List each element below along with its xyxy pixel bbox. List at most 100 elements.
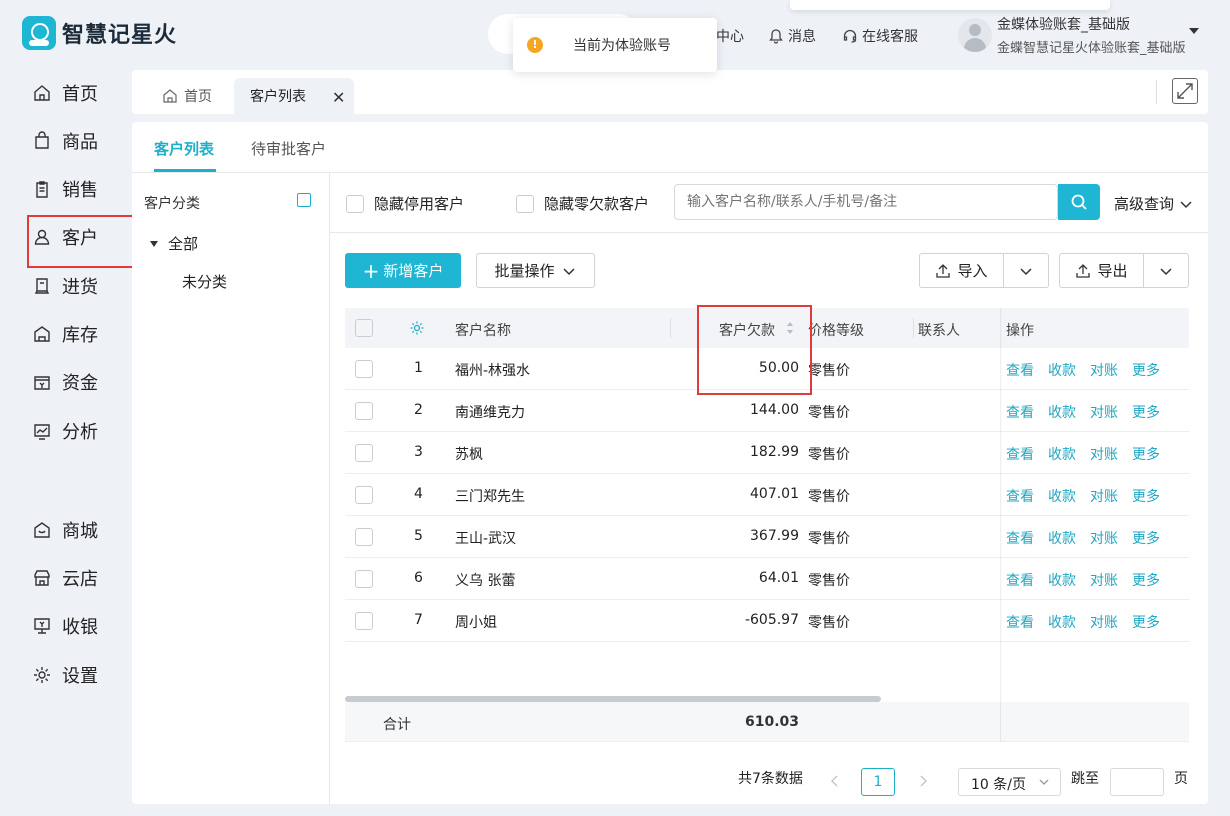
caret-down-icon[interactable] xyxy=(1189,28,1199,34)
nav-support[interactable]: 在线客服 xyxy=(842,26,918,46)
row-checkbox[interactable] xyxy=(355,612,373,630)
view-link[interactable]: 查看 xyxy=(1006,528,1034,548)
sidebar-item-settings[interactable]: 设置 xyxy=(32,660,98,690)
cashier-icon xyxy=(34,618,50,634)
hide-disabled-checkbox[interactable]: 隐藏停用客户 xyxy=(346,193,464,214)
sidebar-item-funds[interactable]: 资金 xyxy=(32,367,98,397)
more-link[interactable]: 更多 xyxy=(1132,402,1160,422)
row-checkbox[interactable] xyxy=(355,570,373,588)
next-page-icon[interactable] xyxy=(916,774,930,788)
view-link[interactable]: 查看 xyxy=(1006,402,1034,422)
more-link[interactable]: 更多 xyxy=(1132,486,1160,506)
col-contact[interactable]: 联系人 xyxy=(918,320,960,340)
row-number: 7 xyxy=(414,612,423,628)
category-all[interactable]: 全部 xyxy=(150,233,198,254)
view-link[interactable]: 查看 xyxy=(1006,486,1034,506)
nav-messages[interactable]: 消息 xyxy=(768,26,816,46)
more-link[interactable]: 更多 xyxy=(1132,612,1160,632)
checkbox[interactable] xyxy=(516,194,534,213)
customer-name: 三门郑先生 xyxy=(455,489,525,505)
import-button[interactable]: 导入 xyxy=(920,254,1004,287)
view-link[interactable]: 查看 xyxy=(1006,444,1034,464)
table-row: 3 苏枫 182.99 零售价 查看 收款 对账 更多 xyxy=(345,432,1189,474)
col-customer-name[interactable]: 客户名称 xyxy=(455,320,511,340)
batch-operations-button[interactable]: 批量操作 xyxy=(476,253,595,288)
page-current[interactable]: 1 xyxy=(861,768,895,796)
checkbox[interactable] xyxy=(346,194,364,213)
row-checkbox[interactable] xyxy=(355,486,373,504)
view-link[interactable]: 查看 xyxy=(1006,360,1034,380)
search-button[interactable] xyxy=(1058,184,1100,220)
reconcile-link[interactable]: 对账 xyxy=(1090,402,1118,422)
category-uncategorized[interactable]: 未分类 xyxy=(182,271,227,292)
tab-home[interactable]: 首页 xyxy=(162,78,212,114)
subtab-customer-list[interactable]: 客户列表 xyxy=(154,138,214,159)
sidebar-item-cashier[interactable]: 收银 xyxy=(32,611,98,641)
collect-link[interactable]: 收款 xyxy=(1048,360,1076,380)
page-size-select[interactable]: 10 条/页 xyxy=(958,768,1061,796)
row-checkbox[interactable] xyxy=(355,444,373,462)
row-checkbox[interactable] xyxy=(355,360,373,378)
app-logo[interactable]: 智慧记星火 xyxy=(22,16,177,50)
collect-link[interactable]: 收款 xyxy=(1048,570,1076,590)
nav-center[interactable]: 中心 xyxy=(716,26,744,46)
sidebar-item-label: 销售 xyxy=(62,180,98,201)
search-input[interactable] xyxy=(674,184,1058,220)
sidebar-item-sales[interactable]: 销售 xyxy=(32,174,98,204)
sidebar-item-cloud-store[interactable]: 云店 xyxy=(32,563,98,593)
collect-link[interactable]: 收款 xyxy=(1048,444,1076,464)
gear-icon[interactable] xyxy=(409,320,425,336)
user-menu[interactable]: 金蝶体验账套_基础版 金蝶智慧记星火体验账套_基础版 xyxy=(958,14,1186,56)
row-checkbox[interactable] xyxy=(355,528,373,546)
bag-icon xyxy=(35,131,49,149)
sidebar-item-analysis[interactable]: 分析 xyxy=(32,416,98,446)
select-all-checkbox[interactable] xyxy=(355,319,373,337)
reconcile-link[interactable]: 对账 xyxy=(1090,360,1118,380)
reconcile-link[interactable]: 对账 xyxy=(1090,486,1118,506)
col-actions: 操作 xyxy=(1006,323,1034,339)
jump-page-input[interactable] xyxy=(1110,768,1164,796)
sidebar-item-goods[interactable]: 商品 xyxy=(32,126,98,156)
total-label: 合计 xyxy=(383,717,411,733)
subtab-pending-customers[interactable]: 待审批客户 xyxy=(251,138,326,159)
reconcile-link[interactable]: 对账 xyxy=(1090,570,1118,590)
sidebar-item-home[interactable]: 首页 xyxy=(32,78,98,108)
table-row: 5 王山-武汉 367.99 零售价 查看 收款 对账 更多 xyxy=(345,516,1189,558)
more-link[interactable]: 更多 xyxy=(1132,528,1160,548)
more-link[interactable]: 更多 xyxy=(1132,360,1160,380)
collect-link[interactable]: 收款 xyxy=(1048,612,1076,632)
hide-zero-debt-checkbox[interactable]: 隐藏零欠款客户 xyxy=(516,193,649,214)
customer-name: 周小姐 xyxy=(455,615,497,631)
upload-icon xyxy=(936,263,951,278)
more-link[interactable]: 更多 xyxy=(1132,570,1160,590)
prev-page-icon[interactable] xyxy=(828,774,842,788)
reconcile-link[interactable]: 对账 xyxy=(1090,612,1118,632)
caret-down-icon[interactable] xyxy=(150,240,158,247)
export-button[interactable]: 导出 xyxy=(1060,254,1144,287)
export-dropdown[interactable] xyxy=(1144,254,1188,287)
collect-link[interactable]: 收款 xyxy=(1048,486,1076,506)
category-title: 客户分类 xyxy=(144,196,200,212)
edit-icon[interactable] xyxy=(297,193,311,207)
collect-link[interactable]: 收款 xyxy=(1048,402,1076,422)
collect-link[interactable]: 收款 xyxy=(1048,528,1076,548)
col-price-level[interactable]: 价格等级 xyxy=(808,320,864,340)
hide-zero-debt-label: 隐藏零欠款客户 xyxy=(544,195,650,213)
reconcile-link[interactable]: 对账 xyxy=(1090,528,1118,548)
customer-debt: 367.99 xyxy=(750,528,799,544)
sidebar-item-purchase[interactable]: 进货 xyxy=(32,271,98,301)
row-checkbox[interactable] xyxy=(355,402,373,420)
close-icon[interactable]: ✕ xyxy=(332,88,345,107)
advanced-search[interactable]: 高级查询 xyxy=(1114,193,1194,214)
view-link[interactable]: 查看 xyxy=(1006,612,1034,632)
sidebar-item-label: 商城 xyxy=(62,521,98,542)
tab-customer-list[interactable]: 客户列表 ✕ xyxy=(234,78,354,114)
sidebar-item-inventory[interactable]: 库存 xyxy=(32,319,98,349)
import-dropdown[interactable] xyxy=(1004,254,1048,287)
sidebar-item-mall[interactable]: 商城 xyxy=(32,515,98,545)
fullscreen-button[interactable] xyxy=(1172,78,1198,104)
more-link[interactable]: 更多 xyxy=(1132,444,1160,464)
reconcile-link[interactable]: 对账 xyxy=(1090,444,1118,464)
view-link[interactable]: 查看 xyxy=(1006,570,1034,590)
add-customer-button[interactable]: + 新增客户 xyxy=(345,253,461,288)
